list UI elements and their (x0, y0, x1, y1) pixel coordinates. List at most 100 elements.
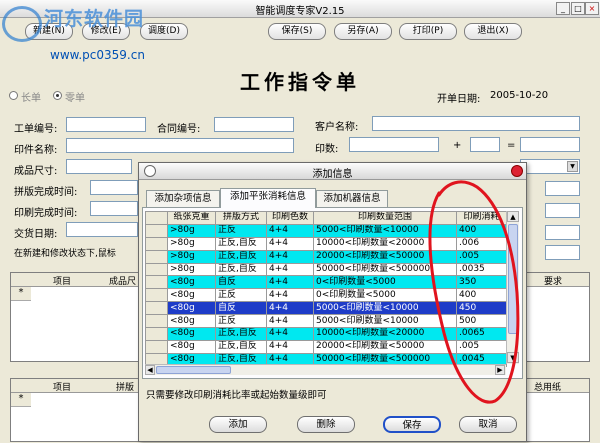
table-row[interactable]: <80g 正反,自反 4+4 20000<印刷数量<50000.005 (145, 339, 507, 354)
cell-print-loss[interactable]: 400 (456, 288, 507, 303)
delete-button[interactable]: 删除 (297, 416, 355, 433)
col-print-colors[interactable]: 印刷色数 (266, 211, 314, 225)
scroll-left-icon[interactable]: ◀ (145, 365, 155, 375)
scroll-right-icon[interactable]: ▶ (495, 365, 505, 375)
cancel-button[interactable]: 取消 (459, 416, 517, 433)
cell-print-range[interactable]: 0<印刷数量<5000 (313, 275, 457, 290)
cell-print-colors[interactable]: 4+4 (266, 288, 314, 303)
cell-print-colors[interactable]: 4+4 (266, 236, 314, 251)
row-indicator[interactable] (145, 301, 168, 316)
cell-print-range[interactable]: 5000<印刷数量<10000 (313, 223, 457, 238)
col-print-range[interactable]: 印刷数量范围 (313, 211, 457, 225)
row-indicator[interactable] (145, 249, 168, 264)
cell-print-loss[interactable]: .006 (456, 236, 507, 251)
cell-layout-method[interactable]: 正反 (215, 223, 267, 238)
cell-paper-weight[interactable]: >80g (167, 236, 216, 251)
dialog-save-button[interactable]: 保存 (383, 416, 441, 433)
extra-count-input[interactable] (470, 137, 500, 152)
row-indicator[interactable] (145, 275, 168, 290)
cell-layout-method[interactable]: 正反 (215, 288, 267, 303)
col-paper-weight[interactable]: 纸张克重 (167, 211, 216, 225)
cell-layout-method[interactable]: 正反 (215, 314, 267, 329)
cell-layout-method[interactable]: 正反,自反 (215, 249, 267, 264)
cell-paper-weight[interactable]: <80g (167, 288, 216, 303)
add-button[interactable]: 添加 (209, 416, 267, 433)
tab-machine-info[interactable]: 添加机器信息 (316, 190, 388, 207)
print-button[interactable]: 打印(P) (399, 23, 457, 40)
horizontal-scroll-thumb[interactable] (156, 366, 231, 374)
cell-layout-method[interactable]: 正反,自反 (215, 339, 267, 354)
cell-paper-weight[interactable]: >80g (167, 249, 216, 264)
table-row[interactable]: >80g 正反,自反 4+4 10000<印刷数量<20000.006 (145, 236, 507, 251)
cell-layout-method[interactable]: 正反,自反 (215, 236, 267, 251)
total-count-input[interactable] (520, 137, 580, 152)
cell-print-range[interactable]: 20000<印刷数量<50000 (313, 339, 457, 354)
size-select[interactable]: ▼ (520, 159, 580, 174)
size-input[interactable] (66, 159, 132, 174)
cell-print-loss[interactable]: 450 (456, 301, 507, 316)
scroll-down-icon[interactable]: ▼ (507, 352, 519, 363)
cell-print-loss[interactable]: .005 (456, 249, 507, 264)
cell-print-range[interactable]: 5000<印刷数量<10000 (313, 301, 457, 316)
chevron-down-icon[interactable]: ▼ (567, 161, 578, 172)
save-as-button[interactable]: 另存(A) (334, 23, 392, 40)
cell-print-loss[interactable]: .005 (456, 339, 507, 354)
table-row[interactable]: >80g 正反,自反 4+4 20000<印刷数量<50000.005 (145, 249, 507, 264)
cell-paper-weight[interactable]: >80g (167, 262, 216, 277)
close-button[interactable]: × (585, 2, 599, 15)
row-indicator[interactable] (145, 314, 168, 329)
table-row[interactable]: <80g 自反 4+4 0<印刷数量<5000 350 (145, 275, 507, 290)
cell-print-colors[interactable]: 4+4 (266, 249, 314, 264)
cell-print-colors[interactable]: 4+4 (266, 314, 314, 329)
cell-paper-weight[interactable]: >80g (167, 223, 216, 238)
cell-print-range[interactable]: 20000<印刷数量<50000 (313, 249, 457, 264)
cell-print-colors[interactable]: 4+4 (266, 275, 314, 290)
cell-paper-weight[interactable]: <80g (167, 301, 216, 316)
cell-print-loss[interactable]: 400 (456, 223, 507, 238)
table-row[interactable]: >80g 正反,自反 4+4 50000<印刷数量<500000.0035 (145, 262, 507, 277)
table-row[interactable]: <80g 正反 4+4 0<印刷数量<5000 400 (145, 288, 507, 303)
table-row[interactable]: <80g 正反,自反 4+4 10000<印刷数量<20000.0065 (145, 327, 507, 341)
minimize-button[interactable]: _ (556, 2, 570, 15)
delivery-input[interactable] (66, 222, 138, 237)
right-input-1[interactable] (545, 181, 580, 196)
right-input-2[interactable] (545, 203, 580, 218)
row-indicator[interactable] (145, 262, 168, 277)
work-no-input[interactable] (66, 117, 146, 132)
cell-layout-method[interactable]: 正反,自反 (215, 327, 267, 341)
table-row[interactable]: <80g 正反 4+4 5000<印刷数量<10000 500 (145, 314, 507, 329)
consumption-table[interactable]: 纸张克重 拼版方式 印刷色数 印刷数量范围 印刷消耗 >80g 正反 4+4 5000… (145, 211, 507, 367)
row-indicator[interactable] (145, 339, 168, 354)
cell-print-range[interactable]: 10000<印刷数量<20000 (313, 327, 457, 341)
cell-layout-method[interactable]: 自反 (215, 275, 267, 290)
cell-paper-weight[interactable]: <80g (167, 314, 216, 329)
row-indicator[interactable] (145, 327, 168, 341)
row-indicator[interactable] (145, 223, 168, 238)
right-input-4[interactable] (545, 245, 580, 260)
layout-time-input[interactable] (90, 180, 138, 195)
schedule-button[interactable]: 调度(D) (140, 23, 188, 40)
horizontal-scrollbar[interactable]: ◀ ▶ (145, 364, 506, 375)
cell-print-range[interactable]: 50000<印刷数量<500000 (313, 262, 457, 277)
maximize-button[interactable]: □ (571, 2, 585, 15)
save-button[interactable]: 保存(S) (268, 23, 326, 40)
count-input[interactable] (349, 137, 439, 152)
cell-print-loss[interactable]: 350 (456, 275, 507, 290)
cell-paper-weight[interactable]: <80g (167, 275, 216, 290)
radio-single-order[interactable] (53, 91, 62, 100)
cell-print-colors[interactable]: 4+4 (266, 339, 314, 354)
customer-input[interactable] (372, 116, 580, 131)
scroll-up-icon[interactable]: ▲ (507, 211, 519, 222)
tab-misc-info[interactable]: 添加杂项信息 (146, 190, 220, 207)
cell-print-range[interactable]: 10000<印刷数量<20000 (313, 236, 457, 251)
contract-no-input[interactable] (214, 117, 294, 132)
cell-layout-method[interactable]: 自反 (215, 301, 267, 316)
cell-print-loss[interactable]: .0035 (456, 262, 507, 277)
cell-print-loss[interactable]: 500 (456, 314, 507, 329)
table-row[interactable]: <80g 自反 4+4 5000<印刷数量<10000 450 (145, 301, 507, 316)
print-time-input[interactable] (90, 201, 138, 216)
dialog-close-icon[interactable] (511, 165, 523, 177)
cell-print-colors[interactable]: 4+4 (266, 327, 314, 341)
cell-print-colors[interactable]: 4+4 (266, 301, 314, 316)
col-print-loss[interactable]: 印刷消耗 (456, 211, 507, 225)
